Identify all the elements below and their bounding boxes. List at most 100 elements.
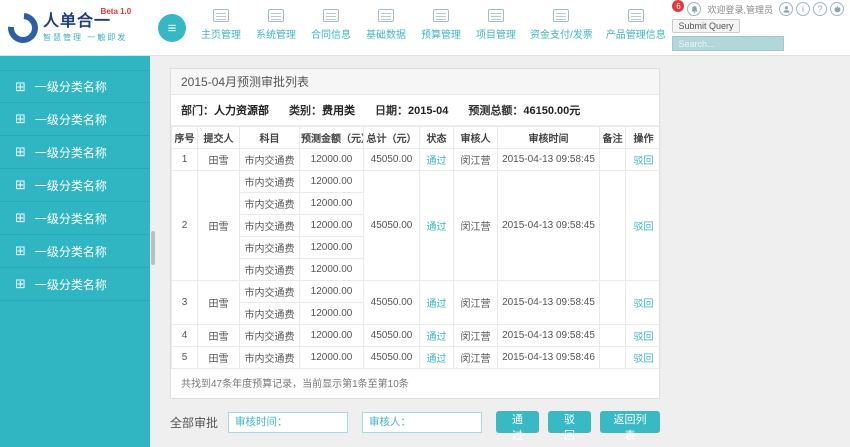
subject-cell: 市内交通费 bbox=[239, 258, 300, 281]
result-summary: 共找到47条年度预算记录，当前显示第1条至第10条 bbox=[181, 379, 409, 390]
status-cell: 通过 bbox=[419, 148, 454, 171]
main-content: 2015-04月预测审批列表 部门：人力资源部 类别：费用类 日期：2015-0… bbox=[150, 56, 850, 447]
table-header-cell: 总计（元） bbox=[363, 126, 420, 149]
total-cell: 45050.00 bbox=[363, 170, 420, 281]
nav-item-label: 项目管理 bbox=[476, 30, 516, 41]
product-info-icon bbox=[627, 9, 644, 22]
time-cell: 2015-04-13 09:58:45 bbox=[497, 170, 600, 281]
note-cell bbox=[599, 170, 626, 281]
reject-link[interactable]: 驳回 bbox=[634, 332, 654, 343]
page-title: 2015-04月预测审批列表 bbox=[171, 69, 659, 95]
time-cell: 2015-04-13 09:58:45 bbox=[497, 280, 600, 325]
sidebar-item-category[interactable]: ⊞ 一级分类名称 bbox=[0, 169, 150, 202]
table-header-cell: 科目 bbox=[239, 126, 300, 149]
nav-item[interactable]: 预算管理 bbox=[420, 9, 462, 41]
sidebar-item-category[interactable]: ⊞ 一级分类名称 bbox=[0, 202, 150, 235]
subject-cell: 市内交通费 bbox=[239, 214, 300, 237]
user-top-row: 6 欢迎登录,管理员 i ? bbox=[672, 0, 844, 16]
reject-link[interactable]: 驳回 bbox=[634, 156, 654, 167]
auditor-input[interactable] bbox=[362, 411, 483, 433]
approval-table-body: 1 田雪 市内交通费 12000.00 45050.00 通过 闵江营 2015-04-13 … bbox=[171, 148, 662, 369]
status-cell: 通过 bbox=[419, 346, 454, 369]
sidebar-item-category[interactable]: ⊞ 一级分类名称 bbox=[0, 268, 150, 301]
menu-toggle-button[interactable]: ≡ bbox=[158, 14, 186, 42]
grid-icon: ⊞ bbox=[15, 78, 26, 94]
report-card: 2015-04月预测审批列表 部门：人力资源部 类别：费用类 日期：2015-0… bbox=[170, 68, 662, 399]
approve-button[interactable]: 通过 bbox=[496, 411, 540, 442]
brand-logo-icon bbox=[1, 6, 45, 50]
info-icon[interactable]: i bbox=[796, 2, 810, 16]
user-icon[interactable] bbox=[779, 2, 793, 16]
notification-badge: 6 bbox=[672, 0, 685, 12]
approval-bar: 全部审批 通过 驳回 返回列表 bbox=[170, 411, 660, 442]
status-cell: 通过 bbox=[419, 170, 454, 281]
amount-cell: 12000.00 bbox=[299, 258, 364, 281]
nav-item[interactable]: 主页管理 bbox=[200, 9, 242, 41]
search-input[interactable] bbox=[672, 36, 785, 51]
sidebar-item-category[interactable]: ⊞ 一级分类名称 bbox=[0, 235, 150, 268]
sidebar-item-category[interactable]: ⊞ 一级分类名称 bbox=[0, 136, 150, 169]
meta-item: 预测总额：46150.00元 bbox=[468, 105, 581, 117]
sidebar-item-label: 一级分类名称 bbox=[34, 145, 107, 160]
reject-link[interactable]: 驳回 bbox=[634, 222, 654, 233]
nav-item-label: 主页管理 bbox=[201, 30, 241, 41]
reject-link[interactable]: 驳回 bbox=[634, 354, 654, 365]
nav-item[interactable]: 资金支付/发票 bbox=[530, 9, 593, 41]
table-header-row: 序号提交人科目预测金额（元）总计（元）状态审核人审核时间备注操作 bbox=[171, 126, 662, 149]
sidebar: ⊞ 一级分类名称 ⊞ 一级分类名称 ⊞ 一级分类名称 ⊞ 一级分类名称 ⊞ 一级… bbox=[0, 56, 150, 447]
subject-cell: 市内交通费 bbox=[239, 302, 300, 325]
contract-icon bbox=[323, 9, 339, 22]
nav-item[interactable]: 项目管理 bbox=[475, 9, 517, 41]
amount-cell: 12000.00 bbox=[299, 192, 364, 215]
brand-slogan: 智慧管理 一触即发 bbox=[43, 33, 128, 42]
sidebar-item-category[interactable]: ⊞ 一级分类名称 bbox=[0, 103, 150, 136]
project-icon bbox=[488, 9, 504, 22]
hamburger-icon: ≡ bbox=[167, 19, 177, 37]
reject-button[interactable]: 驳回 bbox=[548, 411, 592, 442]
table-row: 1 田雪 市内交通费 12000.00 45050.00 通过 闵江营 2015-04-13 … bbox=[171, 148, 662, 171]
brand-beta-tag: Beta 1.0 bbox=[100, 7, 132, 16]
sidebar-item-category[interactable]: ⊞ 一级分类名称 bbox=[0, 70, 150, 103]
time-cell: 2015-04-13 09:58:45 bbox=[497, 148, 600, 171]
amount-cell: 12000.00 bbox=[299, 324, 364, 347]
audit-time-input[interactable] bbox=[228, 411, 349, 433]
sidebar-item-label: 一级分类名称 bbox=[34, 277, 107, 292]
brand-text: 人单合一 Beta 1.0 智慧管理 一触即发 bbox=[43, 7, 131, 43]
note-cell bbox=[599, 148, 626, 171]
reject-link[interactable]: 驳回 bbox=[634, 299, 654, 310]
help-icon[interactable]: ? bbox=[813, 2, 827, 16]
nav-item[interactable]: 系统管理 bbox=[255, 9, 297, 41]
auditor-cell: 闵江营 bbox=[453, 346, 498, 369]
grid-icon: ⊞ bbox=[15, 210, 26, 225]
meta-item: 日期：2015-04 bbox=[375, 105, 449, 117]
grid-icon: ⊞ bbox=[15, 144, 26, 159]
sidebar-item-label: 一级分类名称 bbox=[34, 178, 107, 193]
scrollbar-thumb[interactable] bbox=[151, 231, 155, 265]
subject-cell: 市内交通费 bbox=[239, 324, 300, 347]
home-icon bbox=[213, 9, 229, 22]
submitter-cell: 田雪 bbox=[197, 346, 240, 369]
submit-query-button[interactable]: Submit Query bbox=[672, 19, 740, 33]
report-meta: 部门：人力资源部 类别：费用类 日期：2015-04 预测总额：46150.00… bbox=[171, 95, 659, 126]
nav-item-label: 产品管理信息 bbox=[605, 30, 666, 41]
meta-item: 部门：人力资源部 bbox=[181, 105, 269, 117]
grid-icon: ⊞ bbox=[15, 276, 26, 291]
table-header-cell: 备注 bbox=[599, 126, 626, 149]
power-icon[interactable] bbox=[830, 2, 844, 16]
amount-cell: 12000.00 bbox=[299, 302, 364, 325]
nav-item[interactable]: 产品管理信息 bbox=[606, 9, 666, 41]
nav-item-label: 基础数据 bbox=[366, 30, 406, 41]
nav-item[interactable]: 合同信息 bbox=[310, 9, 352, 41]
base-data-icon bbox=[378, 9, 394, 22]
auditor-cell: 闵江营 bbox=[453, 148, 498, 171]
bell-icon[interactable] bbox=[687, 2, 702, 16]
back-to-list-button[interactable]: 返回列表 bbox=[600, 411, 660, 442]
logo-area: 人单合一 Beta 1.0 智慧管理 一触即发 bbox=[0, 0, 150, 56]
table-header-cell: 审核人 bbox=[453, 126, 498, 149]
table-row: 4 田雪 市内交通费 12000.00 45050.00 通过 闵江营 2015-04-13 … bbox=[171, 324, 662, 347]
time-cell: 2015-04-13 09:58:46 bbox=[497, 346, 600, 369]
submitter-cell: 田雪 bbox=[197, 170, 240, 281]
action-cell: 驳回 bbox=[625, 170, 662, 281]
approval-table: 序号提交人科目预测金额（元）总计（元）状态审核人审核时间备注操作 1田雪市内交通… bbox=[171, 126, 662, 369]
nav-item[interactable]: 基础数据 bbox=[365, 9, 407, 41]
